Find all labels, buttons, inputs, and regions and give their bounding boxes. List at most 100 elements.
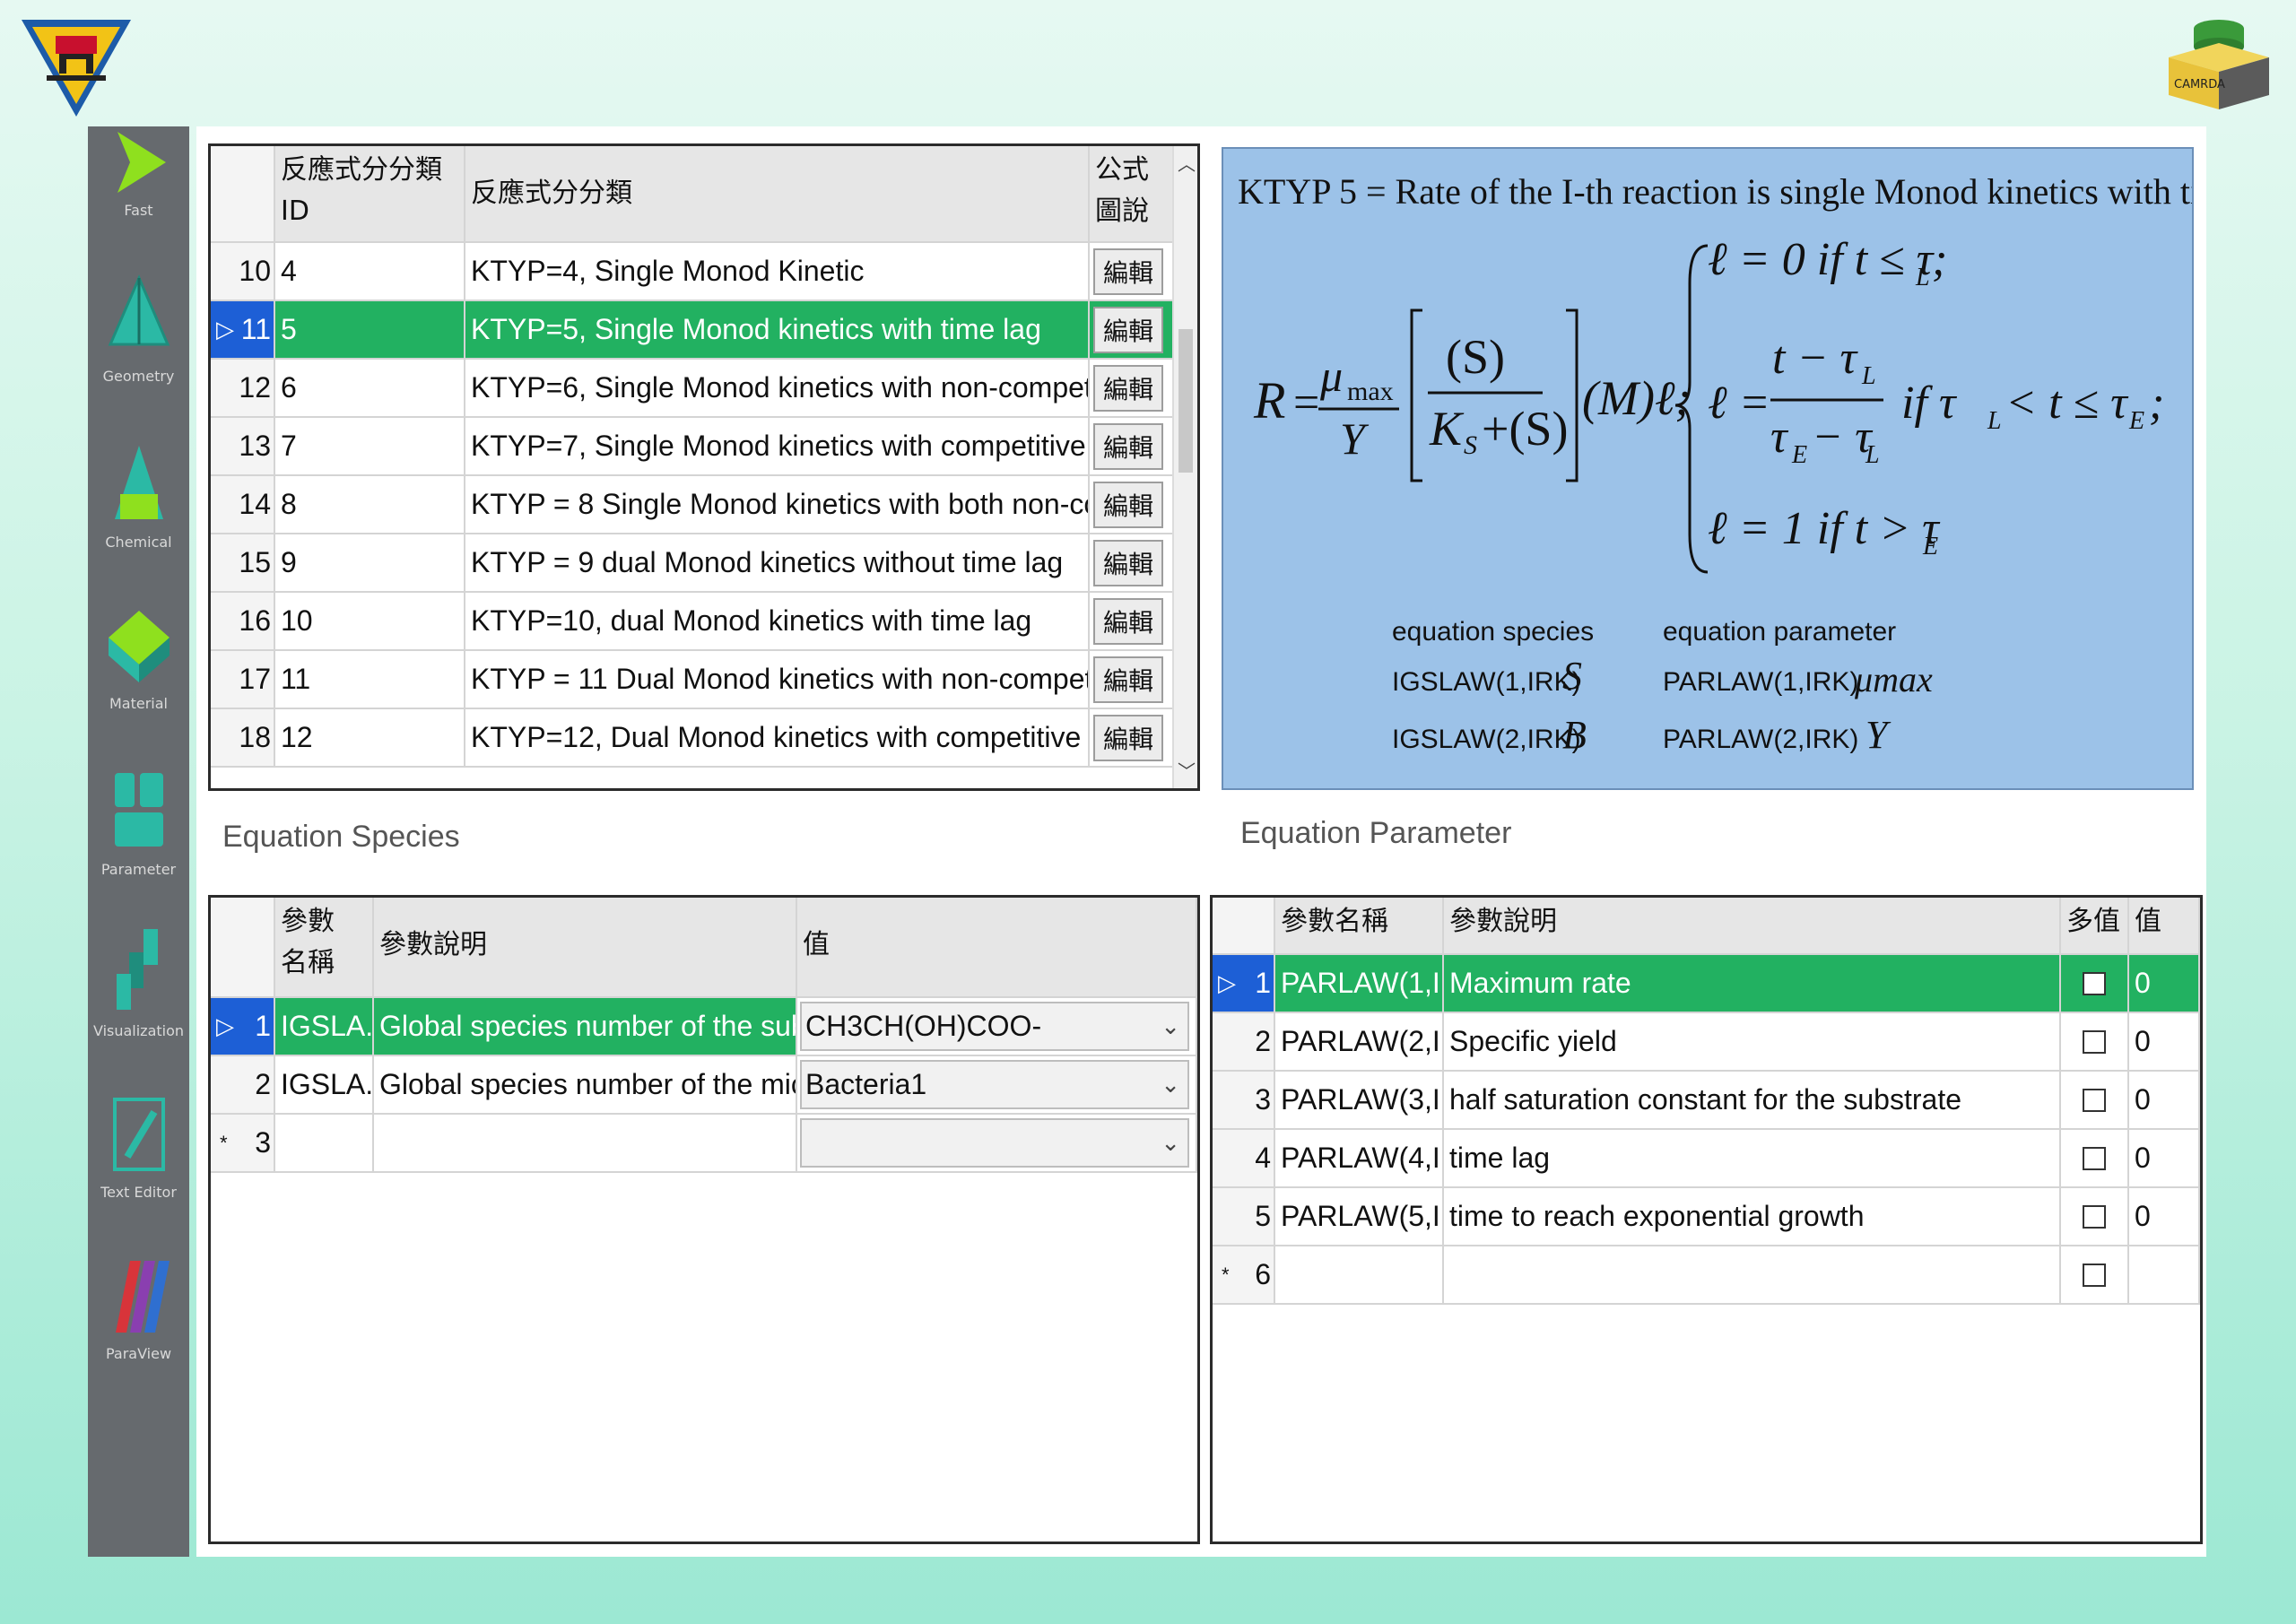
row-number[interactable]: 15 bbox=[211, 534, 275, 591]
cell-id[interactable]: 10 bbox=[275, 593, 465, 649]
cell-name[interactable]: KTYP = 9 dual Monod kinetics without tim… bbox=[465, 534, 1090, 591]
multi-value-checkbox[interactable] bbox=[2083, 1029, 2106, 1054]
multi-value-checkbox[interactable] bbox=[2083, 971, 2106, 995]
edit-formula-button[interactable]: 編輯 bbox=[1093, 539, 1163, 586]
table-row[interactable]: 18 12 KTYP=12, Dual Monod kinetics with co… bbox=[211, 709, 1179, 768]
cell-param-name[interactable]: PARLAW(4,IRK) bbox=[1275, 1130, 1444, 1186]
cell-value[interactable]: 0 bbox=[2129, 955, 2200, 1012]
cell-id[interactable]: 11 bbox=[275, 651, 465, 708]
header-param-name[interactable]: 參數 名稱 bbox=[275, 898, 374, 996]
row-number[interactable]: 14 bbox=[211, 476, 275, 533]
sidebar-item-visualization[interactable]: Visualization bbox=[88, 920, 189, 1039]
cell-value[interactable]: 0 bbox=[2129, 1072, 2200, 1128]
cell-param-desc[interactable]: Specific yield bbox=[1444, 1013, 2061, 1070]
value-dropdown[interactable]: CH3CH(OH)COO- ⌄ bbox=[800, 1002, 1189, 1051]
header-value[interactable]: 值 bbox=[2129, 898, 2200, 953]
sidebar-item-fast[interactable]: Fast bbox=[88, 126, 189, 219]
row-number[interactable]: * 3 bbox=[211, 1115, 275, 1171]
edit-formula-button[interactable]: 編輯 bbox=[1093, 597, 1163, 645]
multi-value-checkbox[interactable] bbox=[2083, 1146, 2106, 1170]
cell-name[interactable]: KTYP=6, Single Monod kinetics with non-c… bbox=[465, 360, 1090, 416]
table-row[interactable]: 15 9 KTYP = 9 dual Monod kinetics without … bbox=[211, 534, 1179, 593]
row-number[interactable]: 2 bbox=[1213, 1013, 1275, 1070]
cell-param-desc[interactable]: Global species number of the microb... bbox=[374, 1056, 797, 1113]
cell-id[interactable]: 6 bbox=[275, 360, 465, 416]
cell-name[interactable]: KTYP=12, Dual Monod kinetics with compet… bbox=[465, 709, 1090, 766]
edit-formula-button[interactable]: 編輯 bbox=[1093, 306, 1163, 353]
table-row[interactable]: 10 4 KTYP=4, Single Monod Kinetic 編輯 bbox=[211, 243, 1179, 301]
row-number[interactable]: 3 bbox=[1213, 1072, 1275, 1128]
value-dropdown[interactable]: Bacteria1 ⌄ bbox=[800, 1060, 1189, 1109]
sidebar-item-material[interactable]: Material bbox=[88, 602, 189, 712]
table-row[interactable]: 2PARLAW(2,IRK)Specific yield 0 bbox=[1213, 1013, 2200, 1072]
cell-id[interactable]: 4 bbox=[275, 243, 465, 300]
cell-name[interactable]: KTYP = 8 Single Monod kinetics with both… bbox=[465, 476, 1090, 533]
scroll-down-icon[interactable]: ﹀ bbox=[1178, 757, 1196, 783]
cell-param-desc[interactable] bbox=[374, 1115, 797, 1171]
cell-name[interactable]: KTYP=10, dual Monod kinetics with time l… bbox=[465, 593, 1090, 649]
edit-formula-button[interactable]: 編輯 bbox=[1093, 714, 1163, 761]
cell-param-name[interactable]: PARLAW(3,IRK) bbox=[1275, 1072, 1444, 1128]
cell-param-desc[interactable]: half saturation constant for the substra… bbox=[1444, 1072, 2061, 1128]
header-param-desc[interactable]: 參數說明 bbox=[374, 898, 797, 996]
cell-name[interactable]: KTYP = 11 Dual Monod kinetics with non-c… bbox=[465, 651, 1090, 708]
table-row[interactable]: 12 6 KTYP=6, Single Monod kinetics with no… bbox=[211, 360, 1179, 418]
header-id[interactable]: 反應式分分類 ID bbox=[275, 146, 465, 241]
cell-value[interactable]: 0 bbox=[2129, 1188, 2200, 1245]
chevron-down-icon[interactable]: ⌄ bbox=[1161, 1012, 1180, 1040]
multi-value-checkbox[interactable] bbox=[2083, 1263, 2106, 1287]
cell-param-name[interactable] bbox=[1275, 1246, 1444, 1303]
row-number[interactable]: 17 bbox=[211, 651, 275, 708]
table-row[interactable]: * 6 bbox=[1213, 1246, 2200, 1305]
table-row[interactable]: 13 7 KTYP=7, Single Monod kinetics with co… bbox=[211, 418, 1179, 476]
edit-formula-button[interactable]: 編輯 bbox=[1093, 364, 1163, 412]
sidebar-item-parameter[interactable]: Parameter bbox=[88, 768, 189, 878]
row-number[interactable]: * 6 bbox=[1213, 1246, 1275, 1303]
header-param-name[interactable]: 參數名稱 bbox=[1275, 898, 1444, 953]
chevron-down-icon[interactable]: ⌄ bbox=[1161, 1129, 1180, 1157]
value-dropdown[interactable]: ⌄ bbox=[800, 1118, 1189, 1168]
cell-param-name[interactable]: PARLAW(1,IRK) bbox=[1275, 955, 1444, 1012]
scroll-thumb[interactable] bbox=[1178, 329, 1193, 473]
header-value[interactable]: 值 bbox=[797, 898, 1197, 996]
table-row[interactable]: 2IGSLA...Global species number of the mi… bbox=[211, 1056, 1197, 1115]
cell-param-name[interactable]: IGSLA... bbox=[275, 998, 374, 1055]
sidebar-item-paraview[interactable]: ParaView bbox=[88, 1252, 189, 1362]
row-number[interactable]: 12 bbox=[211, 360, 275, 416]
edit-formula-button[interactable]: 編輯 bbox=[1093, 481, 1163, 528]
cell-name[interactable]: KTYP=5, Single Monod kinetics with time … bbox=[465, 301, 1090, 358]
cell-id[interactable]: 7 bbox=[275, 418, 465, 474]
header-multi-value[interactable]: 多值 bbox=[2061, 898, 2129, 953]
table-row[interactable]: 5PARLAW(5,IRK)time to reach exponential … bbox=[1213, 1188, 2200, 1246]
row-number[interactable]: 4 bbox=[1213, 1130, 1275, 1186]
multi-value-checkbox[interactable] bbox=[2083, 1088, 2106, 1112]
cell-name[interactable]: KTYP=7, Single Monod kinetics with compe… bbox=[465, 418, 1090, 474]
sidebar-item-geometry[interactable]: Geometry bbox=[88, 274, 189, 385]
cell-id[interactable]: 8 bbox=[275, 476, 465, 533]
table-row[interactable]: ▷1IGSLA...Global species number of the s… bbox=[211, 998, 1197, 1056]
cell-param-name[interactable] bbox=[275, 1115, 374, 1171]
edit-formula-button[interactable]: 編輯 bbox=[1093, 248, 1163, 295]
cell-name[interactable]: KTYP=4, Single Monod Kinetic bbox=[465, 243, 1090, 300]
table-row[interactable]: * 3 ⌄ bbox=[211, 1115, 1197, 1173]
row-number[interactable]: ▷ 11 bbox=[211, 301, 275, 358]
edit-formula-button[interactable]: 編輯 bbox=[1093, 422, 1163, 470]
sidebar-item-text-editor[interactable]: Text Editor bbox=[88, 1090, 189, 1201]
cell-param-name[interactable]: PARLAW(5,IRK) bbox=[1275, 1188, 1444, 1245]
scroll-up-icon[interactable]: ︿ bbox=[1178, 150, 1196, 176]
cell-param-desc[interactable]: Maximum rate bbox=[1444, 955, 2061, 1012]
cell-value[interactable]: 0 bbox=[2129, 1130, 2200, 1186]
table-row[interactable]: ▷1PARLAW(1,IRK)Maximum rate0 bbox=[1213, 955, 2200, 1013]
vertical-scrollbar[interactable]: ︿ ﹀ bbox=[1172, 146, 1197, 788]
cell-param-name[interactable]: IGSLA... bbox=[275, 1056, 374, 1113]
row-number[interactable]: 2 bbox=[211, 1056, 275, 1113]
table-row[interactable]: 17 11 KTYP = 11 Dual Monod kinetics with n… bbox=[211, 651, 1179, 709]
table-row[interactable]: 4PARLAW(4,IRK)time lag 0 bbox=[1213, 1130, 2200, 1188]
row-number[interactable]: 16 bbox=[211, 593, 275, 649]
row-number[interactable]: 10 bbox=[211, 243, 275, 300]
chevron-down-icon[interactable]: ⌄ bbox=[1161, 1071, 1180, 1099]
cell-param-desc[interactable]: time to reach exponential growth bbox=[1444, 1188, 2061, 1245]
cell-id[interactable]: 12 bbox=[275, 709, 465, 766]
row-number[interactable]: 13 bbox=[211, 418, 275, 474]
cell-param-desc[interactable]: time lag bbox=[1444, 1130, 2061, 1186]
